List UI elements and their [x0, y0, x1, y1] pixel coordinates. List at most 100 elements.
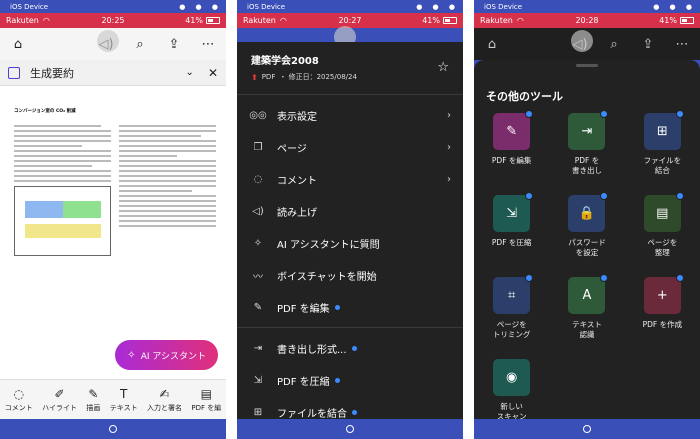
tool-item[interactable]: + PDF を作成	[625, 274, 700, 349]
tool-label: ファイルを 結合	[643, 156, 682, 175]
home-indicator-icon[interactable]	[583, 425, 591, 433]
share-icon[interactable]: ⇪	[164, 37, 184, 52]
tool-draw[interactable]: ✎ 描画	[86, 387, 100, 413]
tool-item[interactable]: A テキスト 認識	[549, 274, 624, 349]
menu-item[interactable]: ⇥ 書き出し形式...	[237, 332, 463, 364]
battery-label: 41%	[185, 16, 203, 25]
tool-glyph: ◉	[505, 370, 518, 385]
touch-cursor	[97, 30, 119, 52]
tool-item[interactable]: ⌗ ページを トリミング	[474, 274, 549, 349]
generative-summary-bar[interactable]: 生成要約 ⌄ ✕	[0, 60, 226, 86]
more-icon[interactable]: ⋯	[198, 37, 218, 52]
close-icon[interactable]: ✕	[208, 66, 218, 80]
menu-item[interactable]: ◌ コメント ›	[237, 163, 463, 195]
divider	[237, 94, 463, 95]
battery-label: 41%	[659, 16, 677, 25]
tool-item[interactable]: ⇲ PDF を圧縮	[474, 192, 549, 267]
new-badge	[675, 274, 684, 282]
menu-item[interactable]: ❐ ページ ›	[237, 131, 463, 163]
menu-item[interactable]: ◎◎ 表示設定 ›	[237, 99, 463, 131]
tool-item[interactable]: 🔒 パスワード を設定	[549, 192, 624, 267]
ios-device-bar: iOS Device ● ● ●	[237, 0, 463, 13]
ai-summary-icon	[8, 66, 20, 79]
scan-icon: ◉	[493, 359, 531, 396]
menu-item[interactable]: 〰 ボイスチャットを開始	[237, 259, 463, 291]
search-icon[interactable]: ⌕	[604, 37, 624, 52]
carrier-label: Rakuten	[243, 16, 276, 25]
tool-label: ページを トリミング	[492, 320, 531, 339]
tool-label: PDF を編集	[491, 156, 532, 165]
tool-item[interactable]: ▤ ページを 整理	[625, 192, 700, 267]
comment-icon: ◌	[13, 386, 24, 401]
tool-fill-sign[interactable]: ✍ 入力と署名	[147, 387, 182, 413]
more-icon[interactable]: ⋯	[672, 37, 692, 52]
ios-device-title: iOS Device	[247, 2, 286, 11]
tool-text[interactable]: T テキスト	[110, 387, 138, 413]
speaker-icon: ◁)	[252, 205, 264, 217]
home-icon[interactable]: ⌂	[482, 37, 502, 52]
tool-highlight[interactable]: ✐ ハイライト	[42, 387, 77, 413]
device-nav-bar	[237, 419, 463, 439]
star-icon[interactable]: ☆	[437, 60, 449, 75]
export-icon: ⇥	[253, 342, 263, 354]
tool-glyph: ⇲	[506, 206, 518, 221]
other-tools-panel: その他のツール ✎ PDF を編集 ⇥ PDF を 書き出し ⊞ ファイルを 結合 ⇲ PDF…	[474, 60, 700, 421]
document-column-left	[14, 122, 111, 256]
tool-label: PDF を 書き出し	[571, 156, 602, 175]
tool-item[interactable]: ⊞ ファイルを 結合	[625, 110, 700, 185]
home-indicator-icon[interactable]	[109, 425, 117, 433]
menu-item-label: コメント	[277, 175, 317, 187]
chevron-right-icon: ›	[447, 173, 451, 185]
wifi-icon: ◠	[516, 16, 524, 25]
signature-icon: ✍	[159, 386, 170, 401]
tool-label: PDF を編	[191, 403, 222, 412]
chevron-right-icon: ›	[447, 141, 451, 153]
tool-edit-pdf[interactable]: ▤ PDF を編	[191, 387, 221, 413]
window-controls[interactable]: ● ● ●	[416, 3, 459, 11]
tool-comment[interactable]: ◌ コメント	[5, 387, 33, 413]
share-icon[interactable]: ⇪	[638, 37, 658, 52]
tool-label: PDF を圧縮	[491, 238, 532, 247]
menu-item[interactable]: ✎ PDF を編集	[237, 291, 463, 323]
chevron-down-icon[interactable]: ⌄	[186, 67, 194, 78]
tool-label: PDF を作成	[642, 320, 683, 329]
search-icon[interactable]: ⌕	[130, 37, 150, 52]
voice-icon: 〰	[253, 271, 263, 283]
menu-item[interactable]: ◁) 読み上げ	[237, 195, 463, 227]
new-badge	[675, 192, 684, 200]
window-controls[interactable]: ● ● ●	[179, 3, 222, 11]
ios-device-title: iOS Device	[10, 2, 49, 11]
summary-title: 生成要約	[30, 66, 74, 80]
sheet-handle[interactable]	[576, 64, 598, 67]
window-controls[interactable]: ● ● ●	[653, 3, 696, 11]
tool-item[interactable]: ✎ PDF を編集	[474, 110, 549, 185]
home-icon[interactable]: ⌂	[8, 37, 28, 52]
ai-assistant-icon: ✧	[253, 237, 263, 249]
menu-item[interactable]: ⇲ PDF を圧縮	[237, 364, 463, 396]
tool-label: 描画	[86, 403, 101, 412]
tool-glyph: ✎	[506, 124, 518, 139]
wifi-icon: ◠	[279, 16, 287, 25]
menu-item-label: ボイスチャットを開始	[277, 271, 377, 283]
home-indicator-icon[interactable]	[346, 425, 354, 433]
tool-label: ハイライト	[42, 403, 77, 412]
tool-label: パスワード を設定	[568, 238, 606, 257]
combine-icon: ⊞	[253, 406, 263, 418]
edit-pdf-icon: ▤	[200, 386, 213, 401]
tool-label: テキスト	[109, 403, 138, 412]
menu-item-label: PDF を編集	[277, 303, 330, 315]
status-bar: Rakuten ◠ 20:27 41%	[237, 13, 463, 28]
new-badge	[675, 110, 684, 118]
ai-assistant-button[interactable]: ✧ AI アシスタント	[115, 340, 218, 370]
new-badge	[600, 110, 609, 118]
battery-icon	[680, 17, 694, 24]
document-page[interactable]: コンバージョン室の CO₂ 削減	[0, 86, 226, 379]
menu-item[interactable]: ✧ AI アシスタントに質問	[237, 227, 463, 259]
tool-glyph: +	[656, 288, 668, 303]
carrier-label: Rakuten	[6, 16, 39, 25]
new-badge	[334, 377, 340, 383]
document-column-right	[119, 122, 216, 256]
tool-glyph: ⊞	[656, 124, 668, 139]
tool-item[interactable]: ⇥ PDF を 書き出し	[549, 110, 624, 185]
new-badge	[600, 274, 609, 282]
